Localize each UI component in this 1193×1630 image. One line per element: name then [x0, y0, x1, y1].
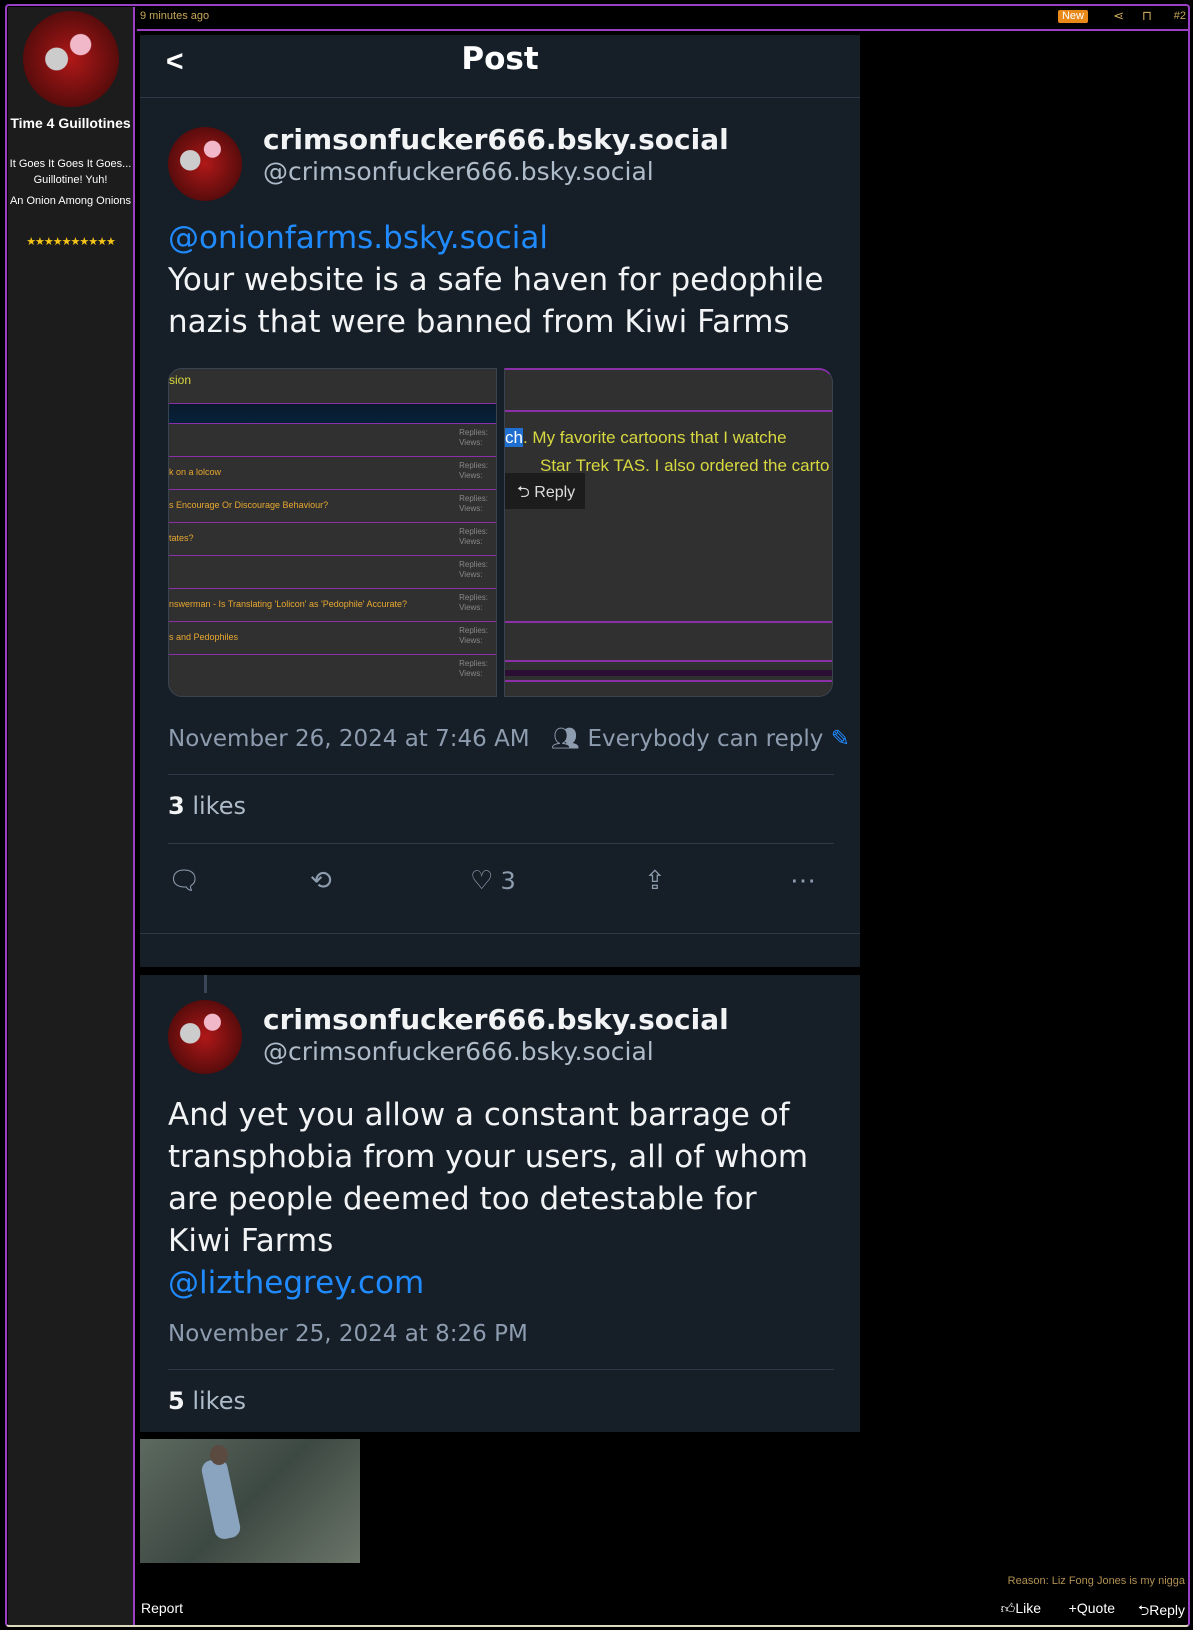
likes-count[interactable]: 5 likes — [168, 1387, 246, 1415]
image-heading: sion — [169, 373, 192, 387]
user-sidebar: Time 4 Guillotines It Goes It Goes It Go… — [8, 7, 135, 1625]
user-avatar[interactable] — [23, 11, 119, 107]
post-body: And yet you allow a constant barrage of … — [168, 1097, 809, 1259]
thread-line — [204, 975, 207, 993]
reply-arrow-icon: ⮌ — [1137, 1602, 1150, 1618]
image-text: ch. My favorite cartoons that I watche — [505, 428, 787, 447]
post-nav-header: < Post — [140, 35, 860, 98]
author-handle[interactable]: @crimsonfucker666.bsky.social — [263, 1037, 654, 1066]
mention-link[interactable]: @onionfarms.bsky.social — [168, 217, 828, 259]
thread-row: Replies: Views: — [169, 654, 496, 687]
reaction-reason: Reason: Liz Fong Jones is my nigga — [1007, 1575, 1185, 1587]
post-number[interactable]: #2 — [1174, 10, 1186, 22]
bookmark-icon[interactable]: ⊓ — [1142, 8, 1152, 24]
author-name[interactable]: crimsonfucker666.bsky.social — [263, 123, 729, 156]
rating-stars: ★★★★★★★★★★ — [26, 236, 116, 248]
avatar[interactable] — [168, 1000, 242, 1074]
thread-row: tates? Replies: Views: — [169, 522, 496, 555]
thread-row: k on a lolcow Replies: Views: — [169, 456, 496, 489]
plus-icon: + — [1068, 1600, 1077, 1616]
thumbs-up-icon: 👍︎ — [1000, 1600, 1016, 1616]
likes-count[interactable]: 3 likes — [168, 792, 246, 820]
post-date: November 25, 2024 at 8:26 PM — [168, 1321, 528, 1347]
author-name[interactable]: crimsonfucker666.bsky.social — [263, 1003, 729, 1036]
post-date: November 26, 2024 at 7:46 AM — [168, 726, 530, 752]
like-button[interactable]: ♡ 3 — [470, 865, 516, 896]
comment-icon[interactable]: 🗨︎ — [168, 865, 201, 896]
page-title: Post — [461, 41, 539, 77]
report-link[interactable]: Report — [141, 1600, 183, 1616]
post-time[interactable]: 9 minutes ago — [140, 10, 209, 22]
bluesky-post-screenshot: < Post crimsonfucker666.bsky.social @cri… — [140, 35, 860, 967]
post-meta: November 26, 2024 at 7:46 AM 👥︎ Everybod… — [168, 725, 850, 752]
quote-link[interactable]: +Quote — [1069, 1600, 1115, 1616]
like-link[interactable]: 👍︎Like — [1001, 1600, 1041, 1617]
share-icon[interactable]: ⋖ — [1113, 8, 1124, 24]
post-text: And yet you allow a constant barrage of … — [168, 1094, 828, 1304]
edit-pencil-icon[interactable]: ✎ — [831, 726, 850, 752]
image-reply-tooltip: ⮌ Reply — [505, 473, 585, 509]
image-bar — [169, 403, 496, 423]
post-header: 9 minutes ago New ⋖ ⊓ #2 — [137, 7, 1188, 31]
thread-row: Replies: Views: — [169, 423, 496, 456]
more-options-icon[interactable]: ⋯ — [790, 865, 816, 896]
reply-link[interactable]: ⮌Reply — [1138, 1600, 1185, 1624]
people-icon: 👥︎ — [550, 726, 581, 752]
post-text: @onionfarms.bsky.social Your website is … — [168, 217, 828, 343]
thread-row: Replies: Views: — [169, 555, 496, 588]
thread-row: s Encourage Or Discourage Behaviour? Repl… — [169, 489, 496, 522]
share-icon[interactable]: ⇪ — [644, 865, 666, 896]
user-title: It Goes It Goes It Goes... Guillotine! Y… — [9, 158, 132, 186]
attached-image-2[interactable]: ch. My favorite cartoons that I watche S… — [504, 368, 833, 697]
repost-icon[interactable]: ⟲ — [310, 865, 332, 896]
reaction-gif[interactable] — [140, 1439, 360, 1563]
avatar[interactable] — [168, 127, 242, 201]
thread-row: s and Pedophiles Replies: Views: — [169, 621, 496, 654]
author-handle[interactable]: @crimsonfucker666.bsky.social — [263, 157, 654, 186]
post-body: Your website is a safe haven for pedophi… — [168, 262, 824, 340]
thread-row: nswerman - Is Translating 'Lolicon' as '… — [169, 588, 496, 621]
user-rank: An Onion Among Onions — [9, 195, 132, 207]
bluesky-reply-screenshot: crimsonfucker666.bsky.social @crimsonfuc… — [140, 975, 860, 1432]
mention-link[interactable]: @lizthegrey.com — [168, 1262, 828, 1304]
new-badge: New — [1057, 10, 1088, 23]
reply-setting[interactable]: Everybody can reply — [587, 726, 823, 752]
attached-image-1[interactable]: sion Replies: Views: k on a lolcow Replies:… — [168, 368, 497, 697]
username[interactable]: Time 4 Guillotines — [8, 113, 133, 134]
